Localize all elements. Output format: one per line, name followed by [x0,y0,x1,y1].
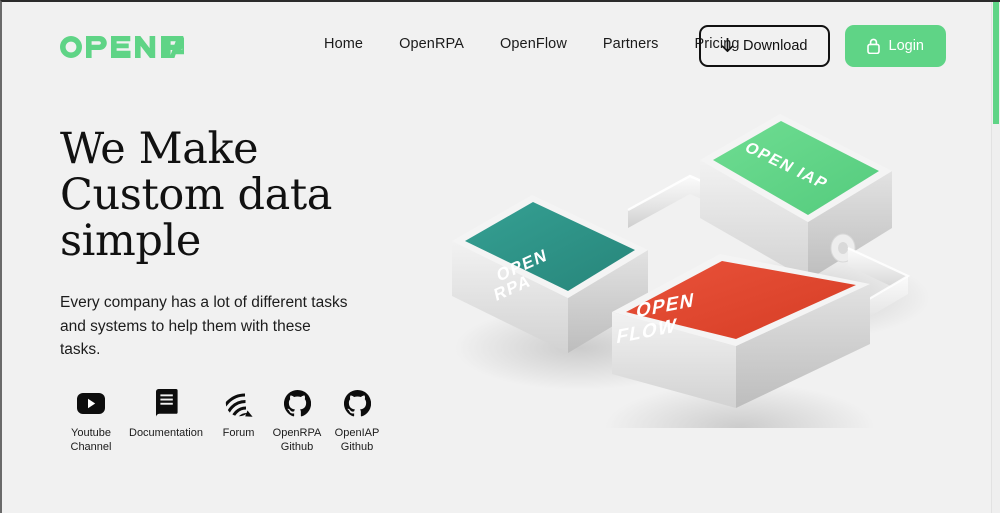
link-openiap-github[interactable]: OpenIAP Github [327,388,387,454]
discourse-icon [225,388,253,418]
main-navigation: Home OpenRPA OpenFlow Partners Pricing [324,36,740,52]
link-youtube-channel[interactable]: Youtube Channel [60,388,122,454]
github-icon [283,388,311,418]
link-openrpa-github[interactable]: OpenRPA Github [267,388,327,454]
login-button-label: Login [888,38,924,54]
hero-subcopy: Every company has a lot of different tas… [60,294,348,358]
brand-logo[interactable] [60,33,184,61]
nav-item-openrpa[interactable]: OpenRPA [399,36,464,52]
link-label: Forum [222,427,255,439]
link-forum[interactable]: Forum [210,388,267,440]
download-button[interactable]: Download [699,25,830,67]
page-title: We Make Custom data simple [60,126,400,264]
link-label: Youtube Channel [70,427,112,453]
resource-link-row: Youtube Channel Documentation Forum Open… [60,388,387,454]
link-documentation[interactable]: Documentation [122,388,210,440]
headline-line-3: simple [60,216,201,266]
site-header: Home OpenRPA OpenFlow Partners Pricing D… [2,2,993,92]
login-button[interactable]: Login [844,25,946,67]
nav-item-openflow[interactable]: OpenFlow [500,36,567,52]
download-arrow-icon [721,38,734,54]
link-label: OpenIAP Github [334,427,380,453]
openflow-cube: OPEN FLOW [612,254,870,408]
hero-illustration: OPEN RPA OPEN IAP OPEN FLOW [440,98,993,428]
book-icon [154,388,179,418]
link-label: OpenRPA Github [272,427,322,453]
page-scrollbar[interactable] [991,2,1000,513]
scrollbar-thumb[interactable] [993,2,999,124]
download-button-label: Download [743,38,808,54]
nav-item-home[interactable]: Home [324,36,363,52]
header-actions: Download Login [699,25,946,67]
page-viewport: Home OpenRPA OpenFlow Partners Pricing D… [0,0,1000,513]
logo-wordmark [60,34,184,60]
hero-text-block: We Make Custom data simple Every company… [60,126,400,362]
nav-item-partners[interactable]: Partners [603,36,659,52]
lock-icon [866,38,880,54]
github-icon [343,388,371,418]
link-label: Documentation [129,427,203,439]
headline-line-2: Custom data [60,170,332,220]
youtube-icon [77,388,105,418]
headline-line-1: We Make [60,124,259,174]
